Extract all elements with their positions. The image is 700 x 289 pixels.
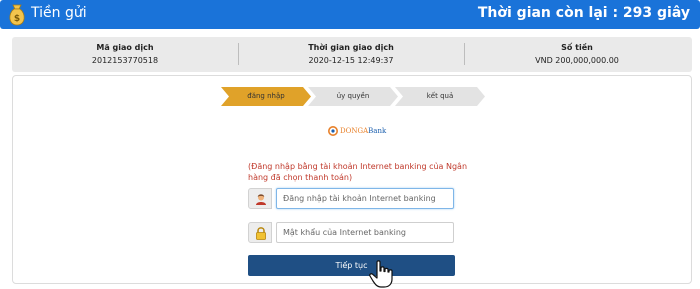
continue-button[interactable]: Tiếp tục: [248, 255, 455, 276]
password-input[interactable]: Mật khẩu của Internet banking: [276, 222, 454, 243]
amount-value: VND 200,000,000.00: [535, 56, 619, 65]
transaction-id-label: Mã giao dịch: [96, 43, 154, 52]
lock-icon: [256, 227, 266, 240]
hand-cursor-icon: [369, 260, 393, 288]
login-note: (Đăng nhập bằng tài khoản Internet banki…: [248, 162, 468, 182]
amount-label: Số tiền: [561, 43, 593, 52]
transaction-time-column: Thời gian giao dịch 2020-12-15 12:49:37: [238, 37, 464, 72]
svg-text:$: $: [14, 14, 20, 24]
transaction-time-label: Thời gian giao dịch: [308, 43, 394, 52]
password-row: Mật khẩu của Internet banking: [248, 222, 455, 243]
step-result: kết quả: [426, 92, 454, 100]
transaction-time-value: 2020-12-15 12:49:37: [308, 56, 394, 65]
transaction-id-value: 2012153770518: [91, 56, 159, 65]
top-bar: $ Tiền gửi Thời gian còn lại : 293 giây: [0, 0, 700, 29]
donga-logo-mark-icon: [328, 126, 338, 136]
countdown-timer: Thời gian còn lại : 293 giây: [477, 5, 690, 21]
user-icon-box: [248, 188, 272, 209]
transaction-info: Mã giao dịch 2012153770518 Thời gian gia…: [12, 37, 692, 72]
bank-logo-part2: Bank: [368, 127, 387, 135]
lock-icon-box: [248, 222, 272, 243]
money-bag-icon: $: [9, 4, 25, 26]
transaction-id-column: Mã giao dịch 2012153770518: [12, 37, 238, 72]
amount-column: Số tiền VND 200,000,000.00: [464, 37, 690, 72]
step-authorize: ủy quyền: [336, 92, 370, 100]
page-title: Tiền gửi: [31, 5, 87, 21]
bank-logo: DONGABank: [328, 125, 386, 137]
bank-logo-text: DONGABank: [340, 127, 386, 135]
username-input[interactable]: Đăng nhập tài khoản Internet banking: [276, 188, 454, 209]
user-icon: [256, 194, 266, 205]
step-login: đăng nhập: [247, 92, 285, 100]
bank-logo-part1: DONGA: [340, 127, 369, 135]
username-row: Đăng nhập tài khoản Internet banking: [248, 188, 455, 209]
progress-steps: đăng nhập ủy quyền kết quả: [221, 87, 491, 106]
